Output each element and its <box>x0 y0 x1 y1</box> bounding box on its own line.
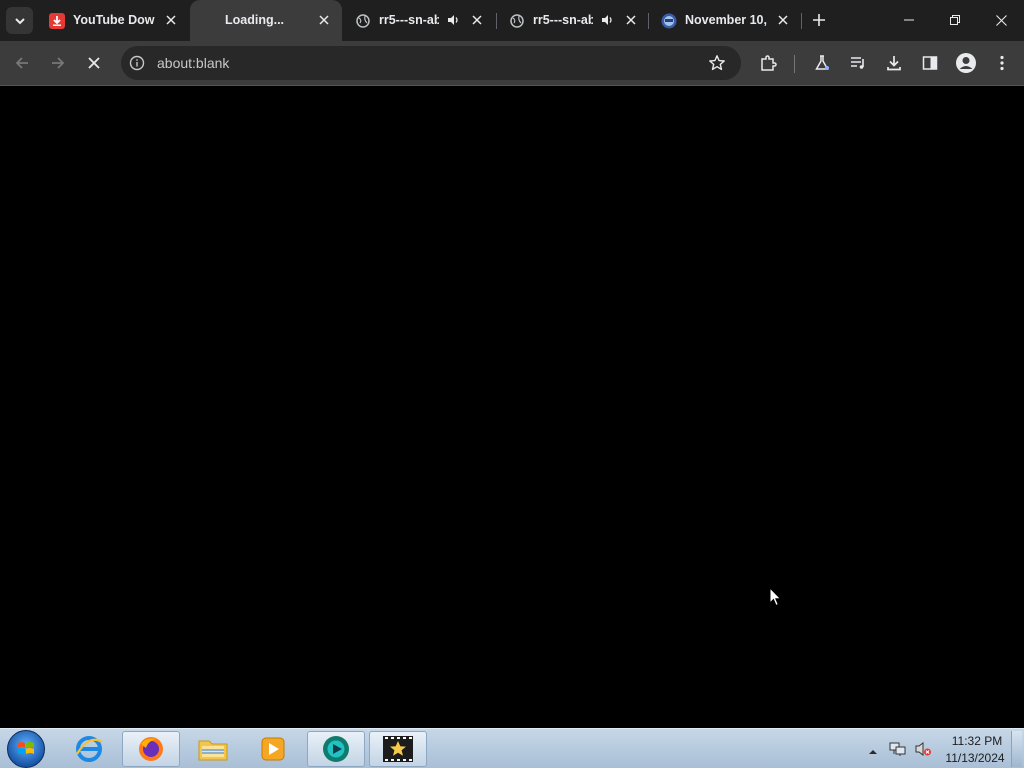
close-icon[interactable] <box>469 12 485 28</box>
menu-button[interactable] <box>988 49 1016 77</box>
flask-icon <box>815 55 829 70</box>
address-bar-url: about:blank <box>157 55 230 71</box>
back-button[interactable] <box>8 49 36 77</box>
address-bar[interactable]: about:blank <box>121 46 741 80</box>
side-panel-button[interactable] <box>916 49 944 77</box>
media-player-icon <box>261 737 285 761</box>
close-icon[interactable] <box>316 12 332 28</box>
arrow-left-icon <box>15 57 28 69</box>
firefox-icon <box>139 737 163 761</box>
media-queue-icon <box>851 57 864 69</box>
restore-button[interactable] <box>932 0 978 40</box>
globe-icon <box>355 13 371 29</box>
volume-muted-icon <box>915 742 931 756</box>
firefox-button[interactable] <box>122 731 180 767</box>
chevron-up-icon <box>869 750 877 754</box>
browser-app-icon <box>323 736 349 762</box>
tab-title: rr5---sn-ab <box>533 13 593 27</box>
show-hidden-icons-button[interactable] <box>868 743 880 755</box>
film-star-icon <box>383 736 413 762</box>
tab-youtube-downloader[interactable]: YouTube Down <box>36 0 188 41</box>
tab-search-button[interactable] <box>6 7 33 34</box>
chevron-down-icon <box>14 17 25 24</box>
info-icon[interactable] <box>129 55 145 71</box>
network-tray-icon[interactable] <box>889 741 907 757</box>
tab-title: Loading... <box>225 13 285 27</box>
taskbar: 11:32 PM 11/13/2024 <box>0 728 1024 768</box>
tab-november[interactable]: November 10, <box>648 0 800 41</box>
tab-loading[interactable]: Loading... <box>190 0 342 41</box>
forward-button[interactable] <box>44 49 72 77</box>
tab-title: November 10, <box>685 13 767 27</box>
restore-icon <box>950 15 960 25</box>
youtube-downloader-icon <box>49 13 65 29</box>
loading-spinner-icon <box>203 13 219 29</box>
plus-icon <box>813 14 825 26</box>
close-icon[interactable] <box>163 12 179 28</box>
media-controls-button[interactable] <box>844 49 872 77</box>
internet-explorer-button[interactable] <box>60 731 118 767</box>
tab-strip: YouTube Down Loading... rr5---sn-ab rr5-… <box>0 0 1024 41</box>
puzzle-icon <box>761 55 777 71</box>
tab-rr5-1[interactable]: rr5---sn-ab <box>342 0 494 41</box>
tab-title: YouTube Down <box>73 13 155 27</box>
kebab-menu-icon <box>1000 55 1004 71</box>
labs-button[interactable] <box>808 49 836 77</box>
start-button[interactable] <box>7 730 45 768</box>
site-logo-icon <box>661 13 677 29</box>
speaker-icon[interactable] <box>445 12 461 28</box>
download-icon <box>887 56 901 71</box>
clock-date: 11/13/2024 <box>945 751 1005 765</box>
profile-button[interactable] <box>952 49 980 77</box>
toolbar-divider <box>794 55 795 73</box>
stop-loading-button[interactable] <box>80 49 108 77</box>
extensions-button[interactable] <box>754 49 782 77</box>
minimize-icon <box>904 19 914 21</box>
minimize-button[interactable] <box>886 0 932 40</box>
windows-logo-icon <box>18 742 34 754</box>
file-explorer-button[interactable] <box>184 731 242 767</box>
close-icon[interactable] <box>775 12 791 28</box>
close-icon <box>88 57 100 69</box>
side-panel-icon <box>922 56 938 70</box>
globe-icon <box>509 13 525 29</box>
tab-separator <box>801 13 802 29</box>
tab-title: rr5---sn-ab <box>379 13 439 27</box>
arrow-right-icon <box>52 57 65 69</box>
folder-icon <box>198 740 228 761</box>
new-tab-button[interactable] <box>808 9 830 31</box>
avatar-icon <box>956 53 976 73</box>
browser-app-button[interactable] <box>307 731 365 767</box>
mouse-cursor-icon <box>769 587 782 607</box>
volume-tray-icon[interactable] <box>914 741 932 757</box>
close-icon[interactable] <box>623 12 639 28</box>
movie-maker-button[interactable] <box>369 731 427 767</box>
speaker-icon[interactable] <box>599 12 615 28</box>
close-icon <box>995 14 1007 26</box>
clock-time: 11:32 PM <box>951 734 1003 748</box>
network-icon <box>889 742 906 756</box>
close-window-button[interactable] <box>978 0 1024 40</box>
downloads-button[interactable] <box>880 49 908 77</box>
show-desktop-button[interactable] <box>1011 731 1022 767</box>
media-player-button[interactable] <box>244 731 302 767</box>
internet-explorer-icon <box>76 736 103 762</box>
bookmark-star-icon[interactable] <box>708 54 726 72</box>
page-content[interactable] <box>0 87 1024 728</box>
tab-rr5-2[interactable]: rr5---sn-ab <box>496 0 648 41</box>
browser-toolbar: about:blank <box>0 41 1024 86</box>
